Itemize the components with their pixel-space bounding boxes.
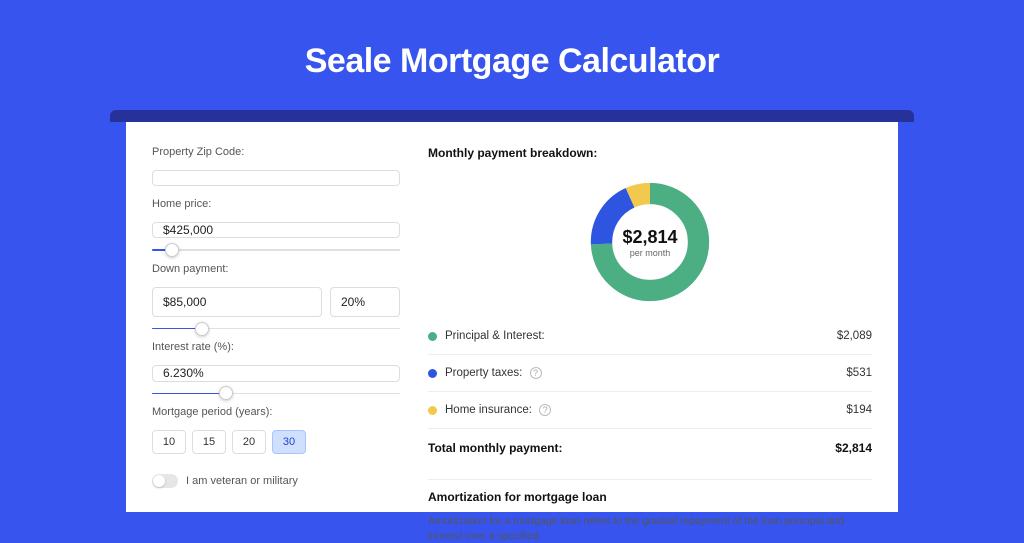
down-payment-label: Down payment: (152, 263, 400, 275)
interest-rate-slider-fill (152, 393, 226, 395)
input-panel: Property Zip Code: Home price: $425,000 … (152, 146, 400, 488)
down-payment-slider[interactable] (152, 328, 400, 330)
line-label: Property taxes: ? (445, 367, 846, 379)
info-icon[interactable]: ? (539, 404, 551, 416)
divider (428, 428, 872, 429)
period-btn-15[interactable]: 15 (192, 430, 226, 454)
down-payment-pct-input[interactable]: 20% (330, 287, 400, 317)
divider (428, 354, 872, 355)
dot-icon (428, 406, 437, 415)
page-title: Seale Mortgage Calculator (0, 0, 1024, 81)
breakdown-donut: $2,814 per month (586, 178, 714, 306)
amortization-section: Amortization for mortgage loan Amortizat… (428, 477, 872, 543)
donut-center-sub: per month (630, 248, 671, 258)
zip-input[interactable] (152, 170, 400, 186)
veteran-label: I am veteran or military (186, 475, 298, 487)
down-payment-input[interactable]: $85,000 (152, 287, 322, 317)
period-buttons: 10 15 20 30 (152, 430, 400, 454)
interest-rate-label: Interest rate (%): (152, 341, 400, 353)
interest-rate-input[interactable]: 6.230% (152, 365, 400, 381)
results-panel: Monthly payment breakdown: $2,814 per mo… (428, 146, 872, 488)
home-price-slider-thumb[interactable] (165, 243, 179, 257)
info-icon[interactable]: ? (530, 367, 542, 379)
amort-desc: Amortization for a mortgage loan refers … (428, 514, 872, 543)
period-btn-20[interactable]: 20 (232, 430, 266, 454)
interest-rate-slider-thumb[interactable] (219, 386, 233, 400)
total-label: Total monthly payment: (428, 441, 835, 455)
down-payment-slider-thumb[interactable] (195, 322, 209, 336)
home-price-input[interactable]: $425,000 (152, 222, 400, 238)
total-amount: $2,814 (835, 441, 872, 455)
line-property-taxes: Property taxes: ? $531 (428, 367, 872, 379)
line-amount: $194 (846, 404, 872, 416)
window-chrome (110, 110, 914, 122)
home-price-label: Home price: (152, 198, 400, 210)
veteran-toggle[interactable] (152, 474, 178, 488)
line-amount: $531 (846, 367, 872, 379)
divider (428, 479, 872, 480)
dot-icon (428, 369, 437, 378)
line-label: Home insurance: ? (445, 404, 846, 416)
period-btn-10[interactable]: 10 (152, 430, 186, 454)
zip-label: Property Zip Code: (152, 146, 400, 158)
period-label: Mortgage period (years): (152, 406, 400, 418)
donut-center-value: $2,814 (622, 227, 677, 248)
calculator-card: Property Zip Code: Home price: $425,000 … (126, 122, 898, 512)
total-row: Total monthly payment: $2,814 (428, 441, 872, 455)
breakdown-title: Monthly payment breakdown: (428, 146, 872, 160)
divider (428, 391, 872, 392)
line-amount: $2,089 (837, 330, 872, 342)
home-price-slider[interactable] (152, 249, 400, 251)
interest-rate-slider[interactable] (152, 393, 400, 395)
line-home-insurance: Home insurance: ? $194 (428, 404, 872, 416)
breakdown-lines: Principal & Interest: $2,089 Property ta… (428, 330, 872, 455)
amort-title: Amortization for mortgage loan (428, 490, 872, 504)
line-label: Principal & Interest: (445, 330, 837, 342)
period-btn-30[interactable]: 30 (272, 430, 306, 454)
dot-icon (428, 332, 437, 341)
line-principal-interest: Principal & Interest: $2,089 (428, 330, 872, 342)
